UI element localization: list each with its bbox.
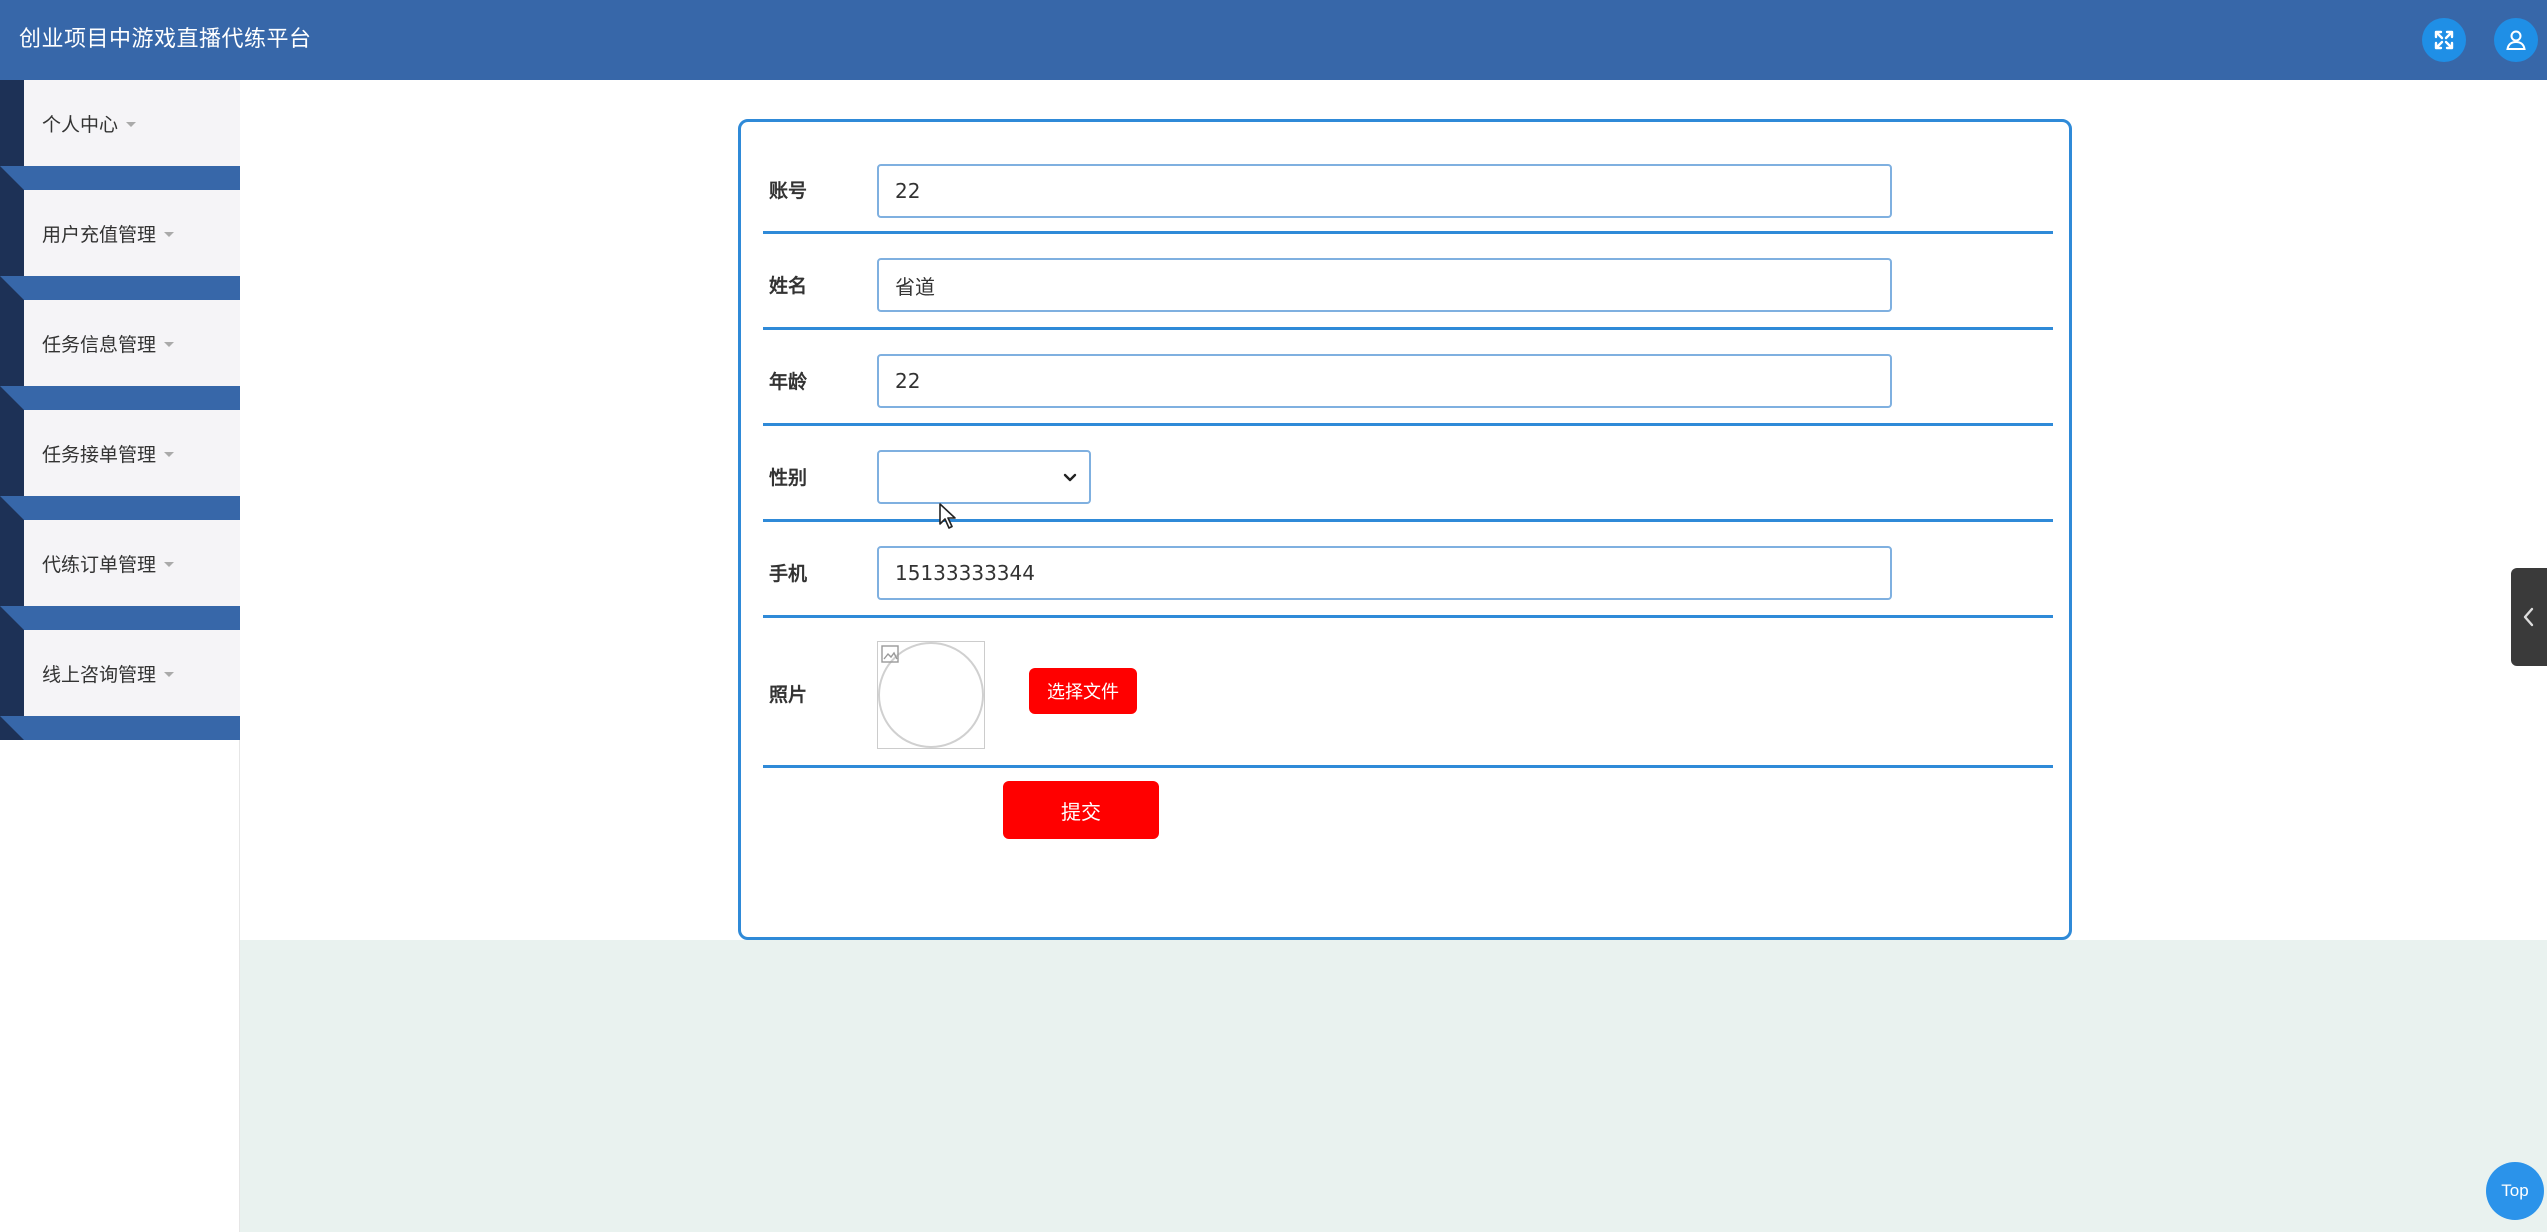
fullscreen-button[interactable] xyxy=(2422,18,2466,62)
broken-image-icon xyxy=(881,645,899,663)
sidebar-item-label: 个人中心 xyxy=(42,113,119,136)
sidebar-group-task-info: 任务信息管理 xyxy=(0,300,240,410)
form-row-name: 姓名 xyxy=(763,234,2053,330)
caret-down-icon xyxy=(164,451,175,457)
mouse-cursor-icon xyxy=(939,503,956,529)
user-menu-button[interactable] xyxy=(2494,18,2538,62)
account-input[interactable] xyxy=(877,164,1892,218)
caret-down-icon xyxy=(164,341,175,347)
form-row-photo: 照片 选择文件 xyxy=(763,618,2053,768)
photo-label: 照片 xyxy=(769,684,808,706)
phone-input[interactable] xyxy=(877,546,1892,600)
sidebar-item-task-info[interactable]: 任务信息管理 xyxy=(24,300,240,386)
sidebar-item-label: 线上咨询管理 xyxy=(42,663,157,686)
form-row-age: 年龄 xyxy=(763,330,2053,426)
account-label: 账号 xyxy=(769,180,808,202)
sidebar-item-label: 代练订单管理 xyxy=(42,553,157,576)
gender-select[interactable] xyxy=(877,450,1091,504)
chevron-down-icon xyxy=(1063,473,1077,482)
side-panel-toggle[interactable] xyxy=(2511,568,2547,666)
sidebar-item-label: 任务信息管理 xyxy=(42,333,157,356)
user-icon xyxy=(2506,30,2526,50)
form-row-phone: 手机 xyxy=(763,522,2053,618)
sidebar-item-label: 任务接单管理 xyxy=(42,443,157,466)
caret-down-icon xyxy=(164,231,175,237)
name-label: 姓名 xyxy=(769,275,808,297)
sidebar-group-consult: 线上咨询管理 xyxy=(0,630,240,740)
age-label: 年龄 xyxy=(769,371,808,393)
age-input[interactable] xyxy=(877,354,1892,408)
sidebar: 个人中心 用户充值管理 任务信息管理 任务接单管理 代练订单管理 线上咨询管理 xyxy=(0,80,240,1232)
fullscreen-icon xyxy=(2434,30,2454,50)
app-title: 创业项目中游戏直播代练平台 xyxy=(19,27,312,52)
sidebar-item-task-accept[interactable]: 任务接单管理 xyxy=(24,410,240,496)
form-row-account: 账号 xyxy=(763,122,2053,234)
name-input[interactable] xyxy=(877,258,1892,312)
sidebar-item-personal-center[interactable]: 个人中心 xyxy=(24,80,240,166)
sidebar-group-task-accept: 任务接单管理 xyxy=(0,410,240,520)
choose-file-button[interactable]: 选择文件 xyxy=(1029,668,1137,714)
sidebar-item-online-consult[interactable]: 线上咨询管理 xyxy=(24,630,240,716)
caret-down-icon xyxy=(164,671,175,677)
phone-label: 手机 xyxy=(769,563,808,585)
content-background xyxy=(240,940,2547,1232)
gender-label: 性别 xyxy=(769,467,808,489)
chevron-left-icon xyxy=(2523,607,2534,627)
back-to-top-button[interactable]: Top xyxy=(2486,1162,2544,1220)
submit-button[interactable]: 提交 xyxy=(1003,781,1159,839)
photo-preview xyxy=(877,641,985,749)
sidebar-group-personal: 个人中心 xyxy=(0,80,240,190)
sidebar-group-recharge: 用户充值管理 xyxy=(0,190,240,300)
sidebar-group-boost-orders: 代练订单管理 xyxy=(0,520,240,630)
caret-down-icon xyxy=(164,561,175,567)
sidebar-item-boost-orders[interactable]: 代练订单管理 xyxy=(24,520,240,606)
caret-down-icon xyxy=(126,121,137,127)
sidebar-item-label: 用户充值管理 xyxy=(42,223,157,246)
top-header: 创业项目中游戏直播代练平台 xyxy=(0,0,2547,80)
sidebar-item-user-recharge[interactable]: 用户充值管理 xyxy=(24,190,240,276)
